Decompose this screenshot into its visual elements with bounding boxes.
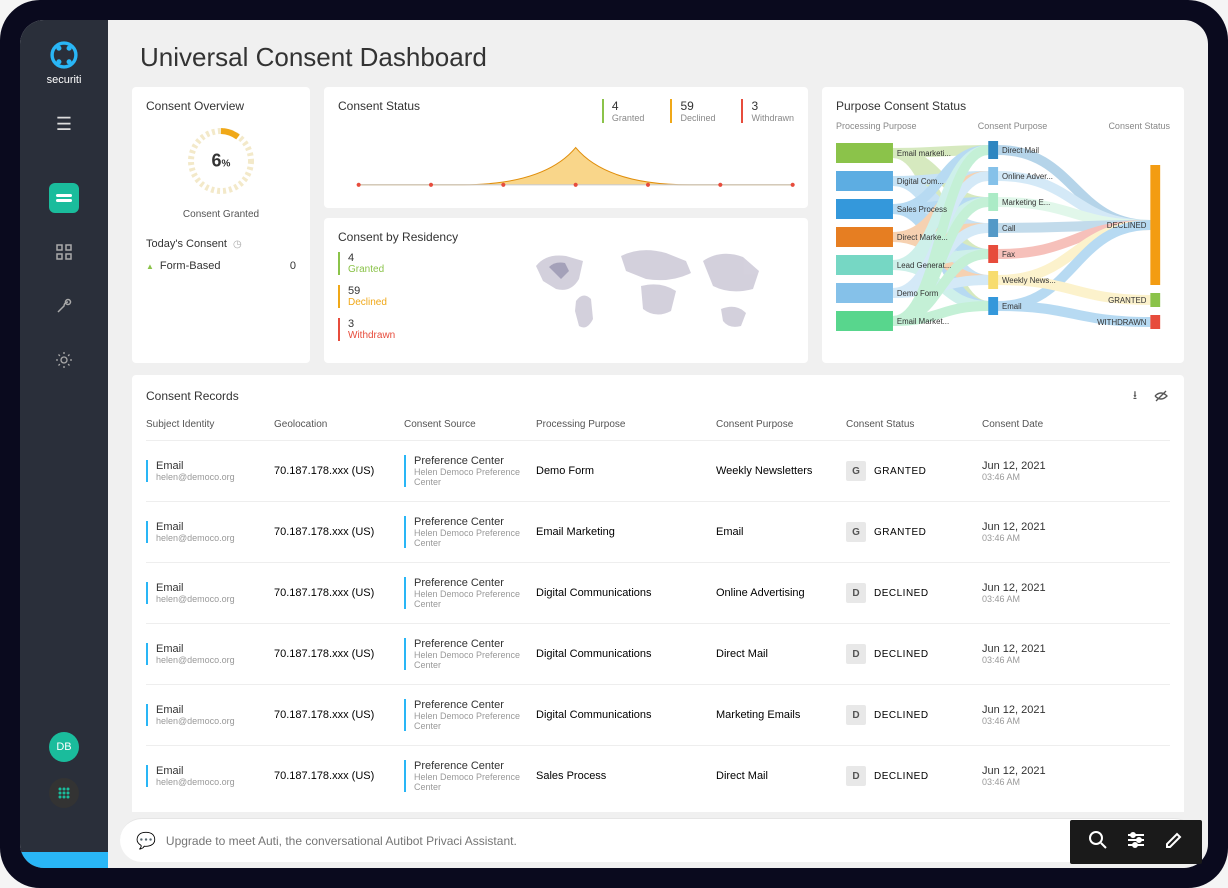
consent-residency-card: Consent by Residency 4Granted 59Declined 3… bbox=[324, 218, 808, 363]
col-subject-identity: Subject Identity bbox=[146, 419, 274, 430]
gauge-value: 6 bbox=[212, 151, 222, 171]
sankey-title: Purpose Consent Status bbox=[836, 99, 1170, 113]
purpose-consent-sankey-card: Purpose Consent Status Processing Purpos… bbox=[822, 87, 1184, 363]
download-icon[interactable]: ⭳ bbox=[1126, 387, 1144, 405]
svg-text:Digital Com...: Digital Com... bbox=[897, 177, 944, 186]
residency-metric: 4Granted bbox=[338, 252, 488, 275]
consent-overview-card: Consent Overview 6% Consent Granted bbox=[132, 87, 310, 363]
svg-text:Lead Generat...: Lead Generat... bbox=[897, 261, 951, 270]
page-title: Universal Consent Dashboard bbox=[140, 42, 1176, 73]
nav-modules-icon[interactable] bbox=[49, 237, 79, 267]
brand-logo-icon bbox=[47, 38, 81, 72]
clock-icon: ◷ bbox=[233, 239, 242, 250]
residency-title: Consent by Residency bbox=[338, 230, 488, 244]
overview-title: Consent Overview bbox=[146, 99, 296, 113]
main-area: Universal Consent Dashboard Consent Over… bbox=[108, 20, 1208, 868]
chat-input[interactable] bbox=[166, 834, 1180, 848]
status-metric: 59Declined bbox=[670, 99, 715, 123]
table-row[interactable]: Emailhelen@democo.org 70.187.178.xxx (US… bbox=[146, 501, 1170, 562]
consent-gauge: 6% bbox=[181, 121, 261, 201]
table-row[interactable]: Emailhelen@democo.org 70.187.178.xxx (US… bbox=[146, 440, 1170, 501]
sankey-col-mid: Consent Purpose bbox=[978, 121, 1048, 131]
status-curve-chart bbox=[338, 129, 813, 191]
nav-dashboard-icon[interactable] bbox=[49, 183, 79, 213]
today-item-label: Form-Based bbox=[160, 260, 221, 272]
svg-text:Weekly News...: Weekly News... bbox=[1002, 276, 1056, 285]
status-metric: 3Withdrawn bbox=[741, 99, 794, 123]
status-title: Consent Status bbox=[338, 99, 420, 115]
today-row: ▲ Form-Based 0 bbox=[146, 260, 296, 272]
table-row[interactable]: Emailhelen@democo.org 70.187.178.xxx (US… bbox=[146, 623, 1170, 684]
sankey-col-left: Processing Purpose bbox=[836, 121, 917, 131]
svg-text:DECLINED: DECLINED bbox=[1107, 221, 1147, 230]
table-row[interactable]: Emailhelen@democo.org 70.187.178.xxx (US… bbox=[146, 745, 1170, 806]
col-consent-status: Consent Status bbox=[846, 419, 982, 430]
chat-bar[interactable]: 💬 bbox=[120, 818, 1196, 862]
svg-text:Sales Process: Sales Process bbox=[897, 205, 947, 214]
consent-status-card: Consent Status 4Granted 59Declined 3Withdr… bbox=[324, 87, 808, 208]
nav-tools-icon[interactable] bbox=[49, 291, 79, 321]
table-row[interactable]: Emailhelen@democo.org 70.187.178.xxx (US… bbox=[146, 562, 1170, 623]
settings-sliders-icon[interactable] bbox=[1126, 830, 1146, 855]
search-icon[interactable] bbox=[1088, 830, 1108, 855]
bottom-toolbar bbox=[1070, 820, 1202, 864]
brand-name: securiti bbox=[47, 74, 82, 86]
svg-text:Demo Form: Demo Form bbox=[897, 289, 939, 298]
chat-icon: 💬 bbox=[136, 831, 156, 851]
visibility-off-icon[interactable] bbox=[1152, 387, 1170, 405]
svg-text:Fax: Fax bbox=[1002, 250, 1015, 259]
status-metric: 4Granted bbox=[602, 99, 645, 123]
svg-text:Marketing E...: Marketing E... bbox=[1002, 198, 1050, 207]
brand-logo[interactable]: securiti bbox=[38, 38, 90, 86]
svg-text:Direct Marke...: Direct Marke... bbox=[897, 233, 948, 242]
svg-text:Email Market...: Email Market... bbox=[897, 317, 949, 326]
status-badge: DDECLINED bbox=[846, 766, 929, 786]
col-processing-purpose: Processing Purpose bbox=[536, 419, 716, 430]
records-title: Consent Records bbox=[146, 389, 239, 403]
sidebar: securiti ☰ DB bbox=[20, 20, 108, 868]
svg-text:Online Adver...: Online Adver... bbox=[1002, 172, 1053, 181]
apps-icon[interactable] bbox=[49, 778, 79, 808]
table-row[interactable]: Emailhelen@democo.org 70.187.178.xxx (US… bbox=[146, 684, 1170, 745]
menu-toggle-icon[interactable]: ☰ bbox=[56, 114, 72, 135]
svg-text:Email: Email bbox=[1002, 302, 1022, 311]
sankey-diagram: Email marketi... Digital Com... Sales Proc… bbox=[836, 135, 1170, 340]
gauge-label: Consent Granted bbox=[183, 209, 259, 220]
gauge-suffix: % bbox=[222, 159, 231, 170]
table-header: Subject Identity Geolocation Consent Sou… bbox=[146, 415, 1170, 440]
col-consent-source: Consent Source bbox=[404, 419, 536, 430]
world-map bbox=[521, 231, 781, 351]
triangle-up-icon: ▲ bbox=[146, 262, 154, 271]
svg-text:GRANTED: GRANTED bbox=[1108, 296, 1147, 305]
edit-icon[interactable] bbox=[1164, 830, 1184, 855]
svg-text:Direct Mail: Direct Mail bbox=[1002, 146, 1039, 155]
col-geolocation: Geolocation bbox=[274, 419, 404, 430]
today-consent-title: Today's Consent ◷ bbox=[146, 238, 296, 250]
residency-metric: 3Withdrawn bbox=[338, 318, 488, 341]
nav-settings-icon[interactable] bbox=[49, 345, 79, 375]
sankey-col-right: Consent Status bbox=[1108, 121, 1170, 131]
col-consent-date: Consent Date bbox=[982, 419, 1170, 430]
consent-records-card: Consent Records ⭳ Subject Identity Geolo… bbox=[132, 375, 1184, 812]
status-badge: DDECLINED bbox=[846, 705, 929, 725]
status-badge: DDECLINED bbox=[846, 583, 929, 603]
col-consent-purpose: Consent Purpose bbox=[716, 419, 846, 430]
status-badge: DDECLINED bbox=[846, 644, 929, 664]
svg-text:Email marketi...: Email marketi... bbox=[897, 149, 951, 158]
residency-metric: 59Declined bbox=[338, 285, 488, 308]
status-badge: GGRANTED bbox=[846, 461, 926, 481]
user-avatar[interactable]: DB bbox=[49, 732, 79, 762]
svg-text:Call: Call bbox=[1002, 224, 1016, 233]
svg-text:WITHDRAWN: WITHDRAWN bbox=[1097, 318, 1147, 327]
status-badge: GGRANTED bbox=[846, 522, 926, 542]
sidebar-accent bbox=[20, 852, 108, 868]
today-item-value: 0 bbox=[290, 260, 296, 272]
